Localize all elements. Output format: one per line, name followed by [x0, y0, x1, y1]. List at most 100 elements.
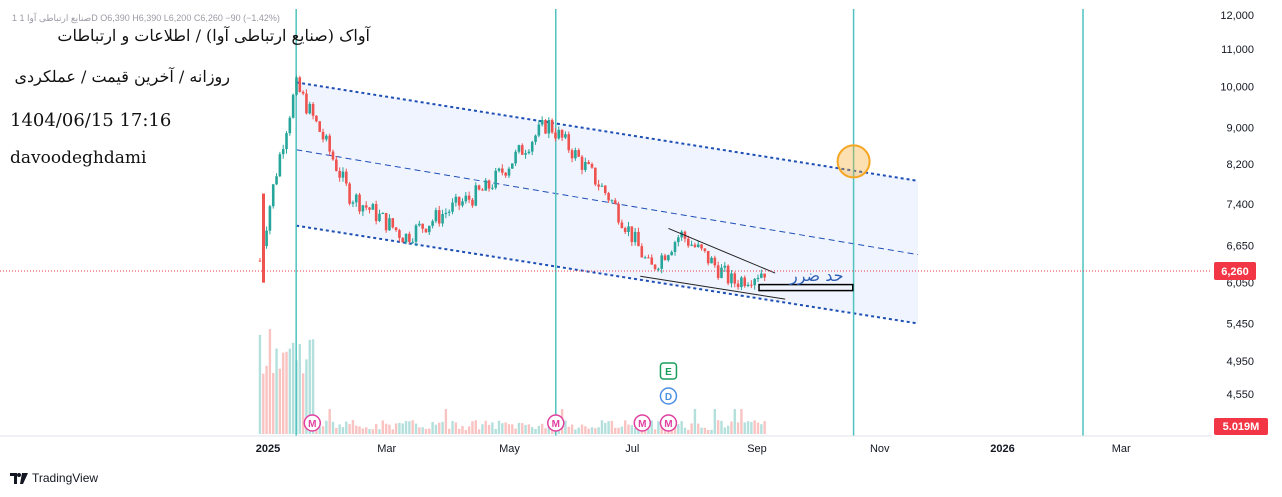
candle-body — [411, 241, 414, 243]
volume-bar — [467, 426, 471, 434]
volume-bar — [454, 422, 458, 434]
regression-channel[interactable] — [296, 81, 919, 325]
candle-body — [275, 176, 278, 185]
volume-bars — [258, 329, 766, 434]
candle-body — [677, 237, 680, 243]
candle-body — [471, 199, 474, 206]
candle-body — [454, 196, 458, 203]
dividend-label: M — [308, 419, 316, 430]
candle-body — [381, 212, 385, 214]
time-axis[interactable]: 2025 Mar May Jul Sep Nov 2026 Mar — [0, 435, 1212, 455]
candle-body — [756, 277, 760, 280]
volume-bar — [730, 421, 733, 434]
volume-bar — [617, 427, 620, 434]
event-markers[interactable]: M M M M D E — [303, 362, 678, 432]
candle-body — [285, 133, 288, 150]
tradingview-brand[interactable]: TradingView — [10, 471, 98, 485]
volume-bar — [584, 426, 587, 434]
candle-body — [484, 180, 488, 191]
volume-bar — [580, 424, 584, 434]
volume-bar — [577, 427, 580, 434]
volume-bar — [355, 425, 358, 434]
candle-body — [281, 149, 285, 155]
candle-body — [371, 204, 375, 210]
price-tick-label: 4,550 — [1226, 389, 1254, 401]
volume-bar — [381, 420, 385, 434]
earnings-d-label: D — [665, 392, 672, 403]
candle-body — [547, 119, 551, 134]
volume-bar — [653, 429, 657, 434]
candle-body — [265, 230, 268, 247]
volume-bar — [388, 424, 391, 434]
price-tick-label: 4,950 — [1226, 356, 1254, 368]
candle-body — [391, 218, 395, 228]
volume-bar — [610, 420, 614, 434]
candle-body — [650, 257, 654, 265]
candle-body — [311, 103, 315, 116]
volume-bar — [590, 427, 594, 434]
volume-bar — [501, 423, 504, 434]
candle-body — [361, 205, 365, 212]
candle-body — [690, 244, 693, 246]
candle-body — [520, 145, 524, 155]
volume-bar — [511, 424, 514, 434]
volume-bar — [441, 421, 444, 434]
price-tick-label: 10,000 — [1220, 81, 1254, 93]
volume-bar — [703, 427, 707, 434]
volume-bar — [471, 421, 474, 434]
candle-body — [623, 228, 627, 233]
volume-bar — [713, 409, 717, 434]
price-axis[interactable]: 12,000 11,000 10,000 9,000 8,200 7,400 6,650 6,… — [1212, 0, 1282, 440]
candle-body — [421, 223, 424, 229]
volume-bar — [707, 429, 710, 434]
volume-bar — [570, 424, 574, 434]
volume-bar — [428, 428, 431, 434]
candle-body — [653, 264, 657, 270]
candle-body — [746, 284, 750, 287]
candle-body — [364, 205, 368, 208]
candle-body — [378, 213, 381, 222]
candle-body — [434, 210, 438, 222]
candle-body — [524, 153, 527, 155]
candle-body — [534, 135, 537, 142]
chart-subtitle: روزانه / آخرین قیمت / عملکردی — [14, 67, 230, 86]
candle-body — [663, 255, 667, 261]
candle-body — [437, 210, 441, 224]
candle-body — [467, 195, 471, 200]
volume-bar — [272, 372, 275, 434]
ohlc-text: 1 صنایع ارتباطی آوا 1D O6,390 H6,390 L6,… — [12, 13, 280, 23]
volume-bar — [726, 425, 730, 434]
candle-body — [600, 185, 604, 187]
volume-bar — [325, 420, 328, 434]
volume-bar — [753, 420, 756, 434]
volume-bar — [746, 421, 750, 434]
candle-body — [753, 279, 756, 286]
candle-body — [700, 244, 703, 249]
volume-bar — [268, 329, 272, 434]
candle-body — [368, 207, 371, 210]
candle-body — [570, 150, 574, 159]
candle-body — [703, 248, 707, 251]
volume-bar — [693, 409, 697, 434]
volume-bar — [474, 420, 477, 434]
volume-bar — [567, 426, 570, 434]
stop-loss-label[interactable]: حد ضرر — [790, 266, 844, 285]
candle-body — [424, 228, 428, 233]
candle-body — [308, 103, 312, 114]
volume-bar — [411, 420, 414, 434]
candle-body — [487, 180, 491, 189]
volume-bar — [365, 427, 368, 434]
candle-body — [305, 93, 308, 114]
volume-bar — [700, 427, 703, 434]
volume-bar — [497, 420, 501, 434]
volume-bar — [587, 428, 590, 434]
volume-bar — [720, 420, 723, 434]
candle-body — [441, 214, 444, 224]
candle-body — [740, 277, 743, 288]
volume-bar — [438, 422, 441, 434]
volume-bar — [604, 422, 607, 434]
candle-body — [580, 156, 584, 170]
candle-body — [554, 132, 557, 139]
volume-bar — [537, 425, 541, 434]
volume-bar — [374, 424, 378, 434]
